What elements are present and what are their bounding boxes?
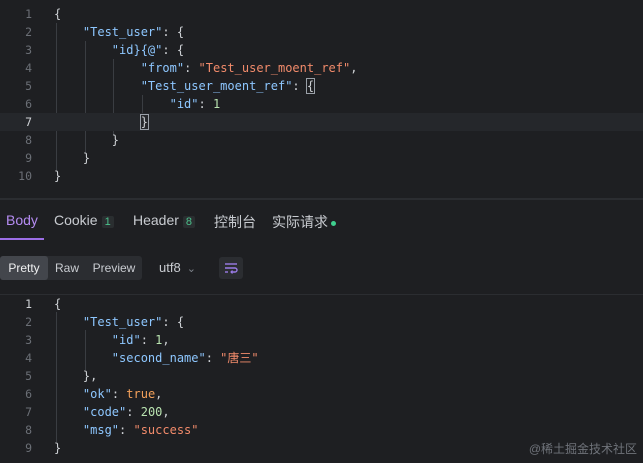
line-number: 5 [25, 79, 32, 93]
tab-console[interactable]: 控制台 [214, 212, 256, 232]
line-number: 5 [25, 369, 32, 383]
chevron-down-icon: ⌄ [186, 263, 196, 275]
tab-body[interactable]: Body [6, 212, 38, 228]
line-number: 9 [25, 151, 32, 165]
line-number: 6 [25, 387, 32, 401]
line-number: 8 [25, 133, 32, 147]
line-number: 10 [18, 169, 32, 183]
code-line: 6 "id": 1 [0, 95, 643, 113]
code-text: "Test_user": { [82, 25, 185, 39]
code-line: 8 } [0, 131, 643, 149]
cookie-count-badge: 1 [101, 216, 114, 228]
code-text: "id": 1 [169, 97, 221, 111]
code-text: "ok": true, [82, 387, 163, 401]
view-mode-segmented: Pretty Raw Preview [0, 256, 142, 280]
line-number: 9 [25, 441, 32, 455]
code-text: "Test_user_moent_ref": { [140, 78, 316, 94]
line-number: 2 [25, 25, 32, 39]
response-toolbar: Pretty Raw Preview utf8 ⌄ [0, 248, 643, 288]
code-line: 10 } [0, 167, 643, 185]
pretty-button[interactable]: Pretty [0, 256, 48, 280]
preview-button[interactable]: Preview [86, 256, 142, 280]
code-text: }, [82, 369, 98, 383]
code-line: 4 "second_name": "唐三" [0, 349, 643, 367]
line-number: 8 [25, 423, 32, 437]
code-text: } [54, 113, 149, 131]
matched-bracket: { [305, 78, 316, 94]
code-text: } [111, 133, 120, 147]
response-body[interactable]: 1 { 2 "Test_user": { 3 "id": 1, 4 "secon… [0, 295, 643, 463]
code-line: 5 "Test_user_moent_ref": { [0, 77, 643, 95]
line-number: 4 [25, 351, 32, 365]
code-line: 1 { [0, 295, 643, 313]
encoding-select[interactable]: utf8 ⌄ [159, 260, 196, 275]
code-line: 2 "Test_user": { [0, 313, 643, 331]
code-text: "id}{@": { [111, 43, 185, 57]
line-number: 1 [25, 7, 32, 21]
code-text: { [54, 297, 62, 311]
code-line: 8 "msg": "success" [0, 421, 643, 439]
wrap-lines-icon [225, 263, 238, 274]
code-line: 2 "Test_user": { [0, 23, 643, 41]
raw-button[interactable]: Raw [48, 256, 86, 280]
code-line: 3 "id}{@": { [0, 41, 643, 59]
line-number: 7 [25, 115, 32, 129]
code-line-active: 7 } [0, 113, 643, 131]
tab-actual-request[interactable]: 实际请求 [272, 212, 336, 232]
line-number: 6 [25, 97, 32, 111]
line-number: 3 [25, 43, 32, 57]
code-text: } [54, 169, 62, 183]
code-text: "Test_user": { [82, 315, 185, 329]
code-line: 6 "ok": true, [0, 385, 643, 403]
code-line: 3 "id": 1, [0, 331, 643, 349]
line-number: 2 [25, 315, 32, 329]
code-line: 5 }, [0, 367, 643, 385]
tab-cookie[interactable]: Cookie 1 [54, 212, 114, 228]
code-text: "from": "Test_user_moent_ref", [140, 61, 358, 75]
word-wrap-button[interactable] [219, 257, 243, 279]
active-tab-indicator [0, 238, 44, 240]
code-text: } [54, 441, 62, 455]
code-line: 9 } [0, 149, 643, 167]
code-line: 1 { [0, 5, 643, 23]
line-number: 7 [25, 405, 32, 419]
line-number: 1 [25, 297, 32, 311]
matched-bracket: } [139, 114, 149, 130]
code-line: 7 "code": 200, [0, 403, 643, 421]
status-dot-icon [331, 220, 336, 226]
code-line: 4 "from": "Test_user_moent_ref", [0, 59, 643, 77]
line-number: 4 [25, 61, 32, 75]
tab-header[interactable]: Header 8 [133, 212, 196, 228]
response-tabs: Body Cookie 1 Header 8 控制台 实际请求 [0, 200, 643, 240]
code-text: "msg": "success" [82, 423, 199, 437]
code-text: "id": 1, [111, 333, 170, 347]
request-editor[interactable]: 1 { 2 "Test_user": { 3 "id}{@": { 4 "fro… [0, 0, 643, 198]
code-text: { [54, 7, 62, 21]
code-text: } [82, 151, 91, 165]
header-count-badge: 8 [182, 216, 196, 228]
line-number: 3 [25, 333, 32, 347]
code-text: "code": 200, [82, 405, 170, 419]
code-text: "second_name": "唐三" [111, 351, 259, 365]
watermark: @稀土掘金技术社区 [528, 442, 637, 456]
